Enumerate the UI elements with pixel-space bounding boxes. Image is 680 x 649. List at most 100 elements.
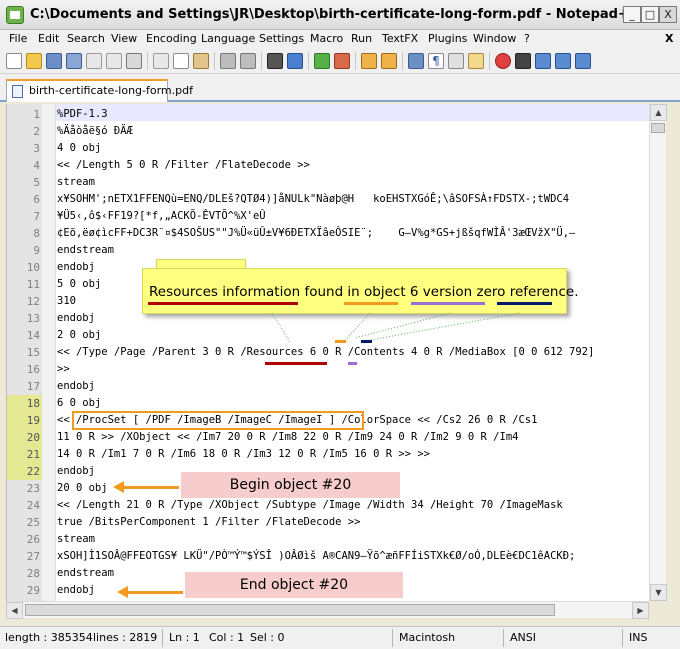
toolbar-separator bbox=[355, 52, 356, 70]
code-line: xSOH]Ì1SOÂ@FFEOTGS¥ LKÜ"/PÒ™Ý™$ÝSÎ )OÂØì… bbox=[57, 550, 576, 562]
scroll-left-arrow-icon[interactable]: ◀ bbox=[6, 602, 23, 619]
word-wrap-icon[interactable] bbox=[408, 53, 424, 69]
menu-run[interactable]: Run bbox=[351, 32, 372, 45]
save-macro-icon[interactable] bbox=[575, 53, 591, 69]
window-title: C:\Documents and Settings\JR\Desktop\bir… bbox=[30, 7, 640, 22]
open-file-icon[interactable] bbox=[26, 53, 42, 69]
horizontal-scrollbar[interactable]: ◀ ▶ bbox=[6, 601, 649, 619]
menu-encoding[interactable]: Encoding bbox=[146, 32, 197, 45]
print-icon[interactable] bbox=[126, 53, 142, 69]
callout-underline-red bbox=[148, 302, 298, 305]
line-number: 17 bbox=[26, 380, 40, 393]
close-button[interactable]: X bbox=[659, 6, 677, 23]
show-all-characters-icon[interactable]: ¶ bbox=[428, 53, 444, 69]
scroll-down-arrow-icon[interactable]: ▼ bbox=[650, 584, 667, 601]
menu-language[interactable]: Language bbox=[201, 32, 255, 45]
line-number: 1 bbox=[33, 108, 40, 121]
status-lines: lines : 2819 bbox=[93, 631, 158, 644]
line-number: 25 bbox=[26, 516, 40, 529]
editor[interactable]: 1 %PDF-1.3 2 %Äåòåë§ó ÐÄÆ 3 4 0 obj 4 << /Lengt… bbox=[6, 104, 649, 601]
close-document-button[interactable]: X bbox=[665, 32, 673, 45]
line-number: 3 bbox=[33, 142, 40, 155]
code-line: %PDF-1.3 bbox=[57, 108, 108, 120]
toolbar-separator bbox=[489, 52, 490, 70]
tab-bar: birth-certificate-long-form.pdf bbox=[0, 74, 680, 102]
replace-icon[interactable] bbox=[287, 53, 303, 69]
line-number: 14 bbox=[26, 329, 40, 342]
code-line: stream bbox=[57, 533, 95, 545]
end-arrow-line bbox=[127, 591, 183, 594]
sync-vertical-icon[interactable] bbox=[361, 53, 377, 69]
status-line: Ln : 1 bbox=[169, 631, 200, 644]
undo-icon[interactable] bbox=[220, 53, 236, 69]
status-bar: length : 385354 lines : 2819 Ln : 1 Col … bbox=[0, 626, 680, 649]
vertical-scroll-thumb[interactable] bbox=[651, 123, 665, 133]
redo-icon[interactable] bbox=[240, 53, 256, 69]
code-line: 2 0 obj bbox=[57, 329, 102, 341]
close-all-icon[interactable] bbox=[106, 53, 122, 69]
code-line: << /Type /Page /Parent 3 0 R /Resources … bbox=[57, 346, 595, 358]
scroll-right-arrow-icon[interactable]: ▶ bbox=[632, 602, 649, 619]
vertical-scrollbar[interactable]: ▲ ▼ bbox=[649, 104, 667, 601]
tab-birth-certificate[interactable]: birth-certificate-long-form.pdf bbox=[6, 79, 193, 102]
menu-textfx[interactable]: TextFX bbox=[382, 32, 418, 45]
toolbar-separator bbox=[214, 52, 215, 70]
menu-settings[interactable]: Settings bbox=[259, 32, 304, 45]
line-number: 26 bbox=[26, 533, 40, 546]
cut-icon[interactable] bbox=[153, 53, 169, 69]
line-number: 22 bbox=[7, 463, 42, 480]
close-file-icon[interactable] bbox=[86, 53, 102, 69]
indent-guide-icon[interactable] bbox=[448, 53, 464, 69]
save-all-icon[interactable] bbox=[66, 53, 82, 69]
menu-file[interactable]: File bbox=[9, 32, 27, 45]
toolbar-separator bbox=[308, 52, 309, 70]
menu-macro[interactable]: Macro bbox=[310, 32, 343, 45]
menu-view[interactable]: View bbox=[111, 32, 137, 45]
menu-window[interactable]: Window bbox=[473, 32, 516, 45]
line-number: 28 bbox=[26, 567, 40, 580]
menu-search[interactable]: Search bbox=[67, 32, 105, 45]
status-selection: Sel : 0 bbox=[250, 631, 285, 644]
paste-icon[interactable] bbox=[193, 53, 209, 69]
copy-icon[interactable] bbox=[173, 53, 189, 69]
horizontal-scroll-thumb[interactable] bbox=[25, 604, 555, 616]
minimize-button[interactable]: _ bbox=[623, 6, 641, 23]
play-macro-icon[interactable] bbox=[535, 53, 551, 69]
line-number: 18 bbox=[7, 395, 42, 412]
code-line: 20 0 obj bbox=[57, 482, 108, 494]
line-number: 11 bbox=[26, 278, 40, 291]
scroll-up-arrow-icon[interactable]: ▲ bbox=[650, 104, 667, 121]
toolbar-separator bbox=[261, 52, 262, 70]
code-line: stream bbox=[57, 176, 95, 188]
line-number: 24 bbox=[26, 499, 40, 512]
status-divider bbox=[392, 629, 393, 647]
sync-horizontal-icon[interactable] bbox=[381, 53, 397, 69]
menu-edit[interactable]: Edit bbox=[38, 32, 59, 45]
line-number: 12 bbox=[26, 295, 40, 308]
run-macro-multiple-icon[interactable] bbox=[555, 53, 571, 69]
find-icon[interactable] bbox=[267, 53, 283, 69]
zoom-out-icon[interactable] bbox=[334, 53, 350, 69]
menu-plugins[interactable]: Plugins bbox=[428, 32, 467, 45]
line-number: 4 bbox=[33, 159, 40, 172]
user-language-icon[interactable] bbox=[468, 53, 484, 69]
save-icon[interactable] bbox=[46, 53, 62, 69]
line-number: 6 bbox=[33, 193, 40, 206]
code-line: endstream bbox=[57, 567, 114, 579]
line-number: 8 bbox=[33, 227, 40, 240]
toolbar-separator bbox=[147, 52, 148, 70]
line-number: 23 bbox=[26, 482, 40, 495]
new-file-icon[interactable] bbox=[6, 53, 22, 69]
menu-help[interactable]: ? bbox=[524, 32, 530, 45]
code-line: 11 0 R >> /XObject << /Im7 20 0 R /Im8 2… bbox=[57, 431, 519, 443]
maximize-button[interactable]: □ bbox=[641, 6, 659, 23]
code-line: true /BitsPerComponent 1 /Filter /FlateD… bbox=[57, 516, 361, 528]
status-divider bbox=[622, 629, 623, 647]
code-line: endobj bbox=[57, 261, 95, 273]
line-number: 9 bbox=[33, 244, 40, 257]
line-number: 21 bbox=[7, 446, 42, 463]
record-macro-icon[interactable] bbox=[495, 53, 511, 69]
stop-macro-icon[interactable] bbox=[515, 53, 531, 69]
status-eol-format: Macintosh bbox=[399, 631, 456, 644]
zoom-in-icon[interactable] bbox=[314, 53, 330, 69]
